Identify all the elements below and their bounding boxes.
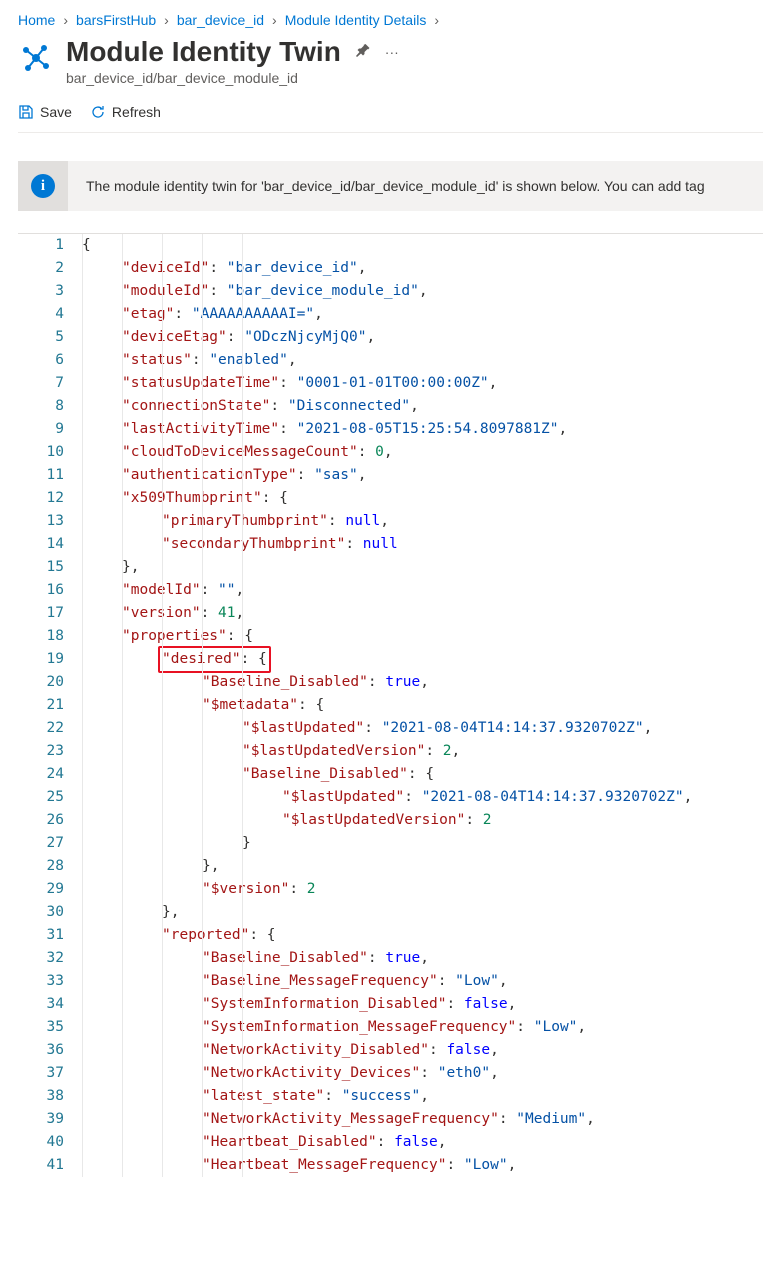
info-icon-container: i: [18, 161, 68, 211]
code-content[interactable]: {"deviceId": "bar_device_id","moduleId":…: [82, 234, 763, 1177]
save-button[interactable]: Save: [18, 104, 72, 120]
breadcrumb-link[interactable]: barsFirstHub: [76, 12, 156, 28]
line-gutter: 1234567891011121314151617181920212223242…: [18, 234, 82, 1177]
module-twin-icon: [18, 40, 54, 76]
info-text: The module identity twin for 'bar_device…: [68, 178, 723, 194]
breadcrumb-link[interactable]: Module Identity Details: [285, 12, 427, 28]
more-icon[interactable]: ···: [385, 44, 399, 60]
save-icon: [18, 104, 34, 120]
breadcrumb-link[interactable]: bar_device_id: [177, 12, 264, 28]
chevron-right-icon: ›: [164, 12, 169, 28]
info-banner: i The module identity twin for 'bar_devi…: [18, 161, 763, 211]
pin-icon[interactable]: [355, 43, 371, 62]
page-subtitle: bar_device_id/bar_device_module_id: [66, 70, 399, 86]
refresh-button[interactable]: Refresh: [90, 104, 161, 120]
json-editor[interactable]: 1234567891011121314151617181920212223242…: [18, 233, 763, 1177]
toolbar: Save Refresh: [18, 104, 763, 133]
refresh-icon: [90, 104, 106, 120]
info-icon: i: [31, 174, 55, 198]
breadcrumb-link[interactable]: Home: [18, 12, 55, 28]
chevron-right-icon: ›: [63, 12, 68, 28]
page-header: Module Identity Twin ··· bar_device_id/b…: [18, 36, 763, 86]
chevron-right-icon: ›: [434, 12, 439, 28]
page-title: Module Identity Twin: [66, 36, 341, 68]
breadcrumb: Home › barsFirstHub › bar_device_id › Modul…: [18, 12, 763, 28]
chevron-right-icon: ›: [272, 12, 277, 28]
